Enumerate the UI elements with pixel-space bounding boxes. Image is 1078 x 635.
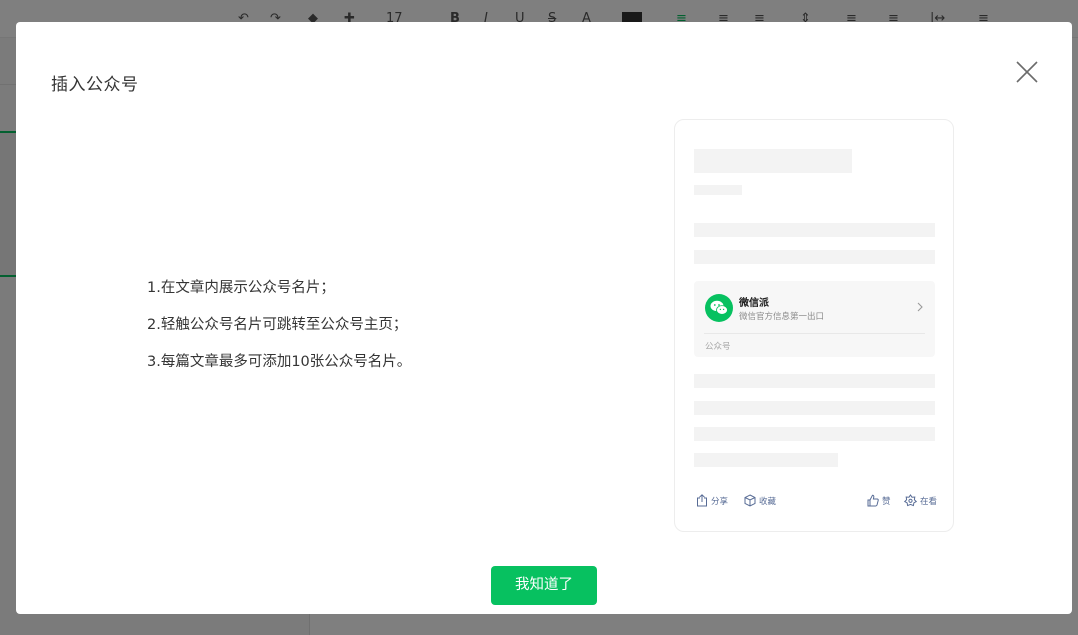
watching-label: 在看 xyxy=(920,496,938,507)
account-type-label: 公众号 xyxy=(705,342,731,352)
account-card[interactable]: 微信派 微信官方信息第一出口 公众号 xyxy=(694,281,935,357)
account-avatar xyxy=(705,294,733,322)
skeleton-line xyxy=(694,223,935,237)
share-action[interactable]: 分享 xyxy=(696,494,728,507)
skeleton-line xyxy=(694,453,838,467)
flower-icon xyxy=(904,494,917,507)
box-icon xyxy=(744,494,756,507)
skeleton-title xyxy=(694,149,852,173)
thumbs-up-icon xyxy=(867,494,879,507)
feature-list: 1.在文章内展示公众号名片； 2.轻触公众号名片可跳转至公众号主页； 3.每篇文… xyxy=(147,278,411,389)
like-action[interactable]: 赞 xyxy=(867,494,891,507)
feature-item: 1.在文章内展示公众号名片； xyxy=(147,280,335,296)
article-preview: 微信派 微信官方信息第一出口 公众号 分享 收藏 赞 在看 xyxy=(674,119,954,532)
feature-item: 3.每篇文章最多可添加10张公众号名片。 xyxy=(147,354,412,370)
feature-item: 2.轻触公众号名片可跳转至公众号主页； xyxy=(147,317,408,333)
close-button[interactable] xyxy=(1013,58,1041,86)
account-card-divider xyxy=(704,333,925,334)
chevron-right-icon xyxy=(917,302,923,312)
watching-action[interactable]: 在看 xyxy=(904,494,937,507)
skeleton-line xyxy=(694,401,935,415)
share-label: 分享 xyxy=(711,496,729,507)
favorite-label: 收藏 xyxy=(759,496,777,507)
skeleton-meta xyxy=(694,185,742,195)
confirm-button[interactable]: 我知道了 xyxy=(491,566,597,605)
skeleton-line xyxy=(694,427,935,441)
skeleton-line xyxy=(694,250,935,264)
wechat-icon xyxy=(710,300,728,315)
insert-account-dialog: 插入公众号 1.在文章内展示公众号名片； 2.轻触公众号名片可跳转至公众号主页；… xyxy=(16,22,1072,614)
account-name: 微信派 xyxy=(739,298,769,309)
account-description: 微信官方信息第一出口 xyxy=(739,312,825,322)
share-icon xyxy=(697,494,707,507)
skeleton-line xyxy=(694,374,935,388)
close-icon xyxy=(1016,61,1038,83)
favorite-action[interactable]: 收藏 xyxy=(744,494,776,507)
like-label: 赞 xyxy=(882,496,891,507)
dialog-title: 插入公众号 xyxy=(51,75,139,95)
